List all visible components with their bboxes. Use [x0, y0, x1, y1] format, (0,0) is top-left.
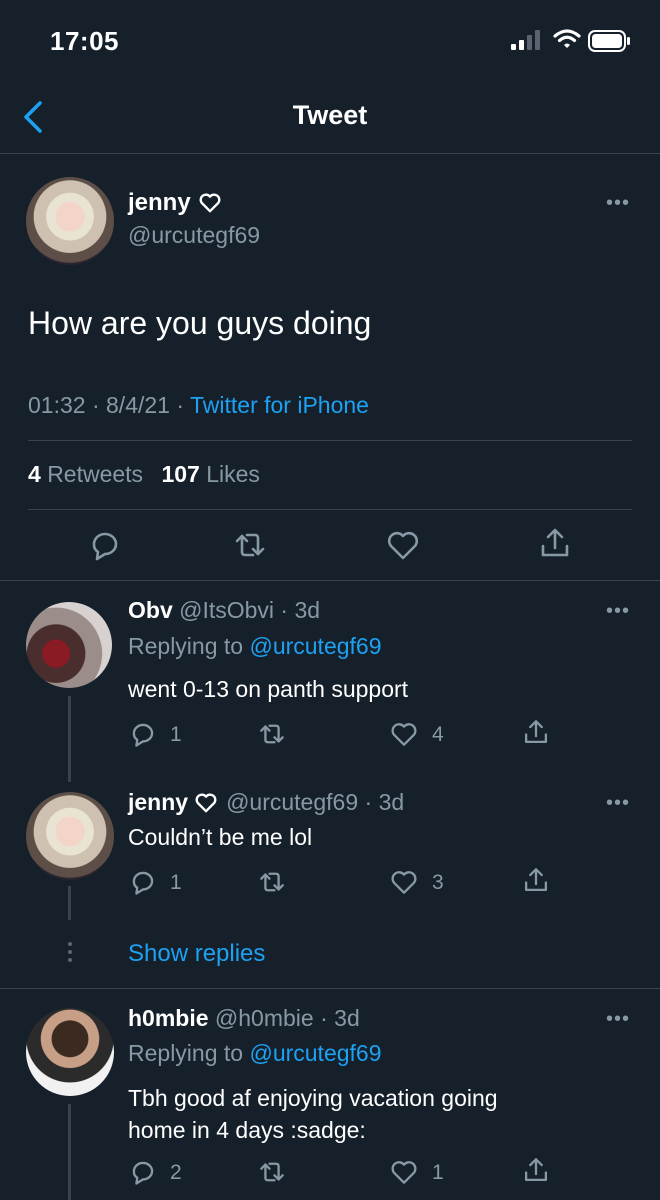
thread-line: [68, 696, 71, 782]
reply-author-handle[interactable]: @ItsObvi: [179, 597, 274, 623]
reply-text-line: Tbh good af enjoying vacation going: [128, 1085, 498, 1111]
like-icon[interactable]: [390, 720, 418, 748]
likes-stat[interactable]: 107 Likes: [161, 461, 259, 487]
thread-dots: [66, 940, 74, 970]
signal-icon: [511, 30, 540, 50]
reply-count: 1: [170, 871, 182, 894]
tweet-date: 8/4/21: [106, 392, 170, 418]
retweets-stat[interactable]: 4 Retweets: [28, 461, 143, 487]
reply-icon[interactable]: [129, 1158, 157, 1186]
share-icon[interactable]: [522, 866, 550, 894]
replying-to-link[interactable]: @urcutegf69: [249, 1040, 381, 1066]
reply-author-handle[interactable]: @urcutegf69: [226, 789, 358, 816]
thread-line: [68, 1104, 71, 1200]
reply-author-name[interactable]: Obv: [128, 597, 173, 623]
more-icon[interactable]: •••: [606, 192, 630, 215]
avatar[interactable]: [26, 1008, 114, 1096]
page-title: Tweet: [292, 100, 368, 130]
author-handle[interactable]: @urcutegf69: [128, 222, 260, 249]
reply-text: Tbh good af enjoying vacation going home…: [128, 1082, 498, 1146]
verified-heart-icon: [195, 793, 217, 812]
tweet-stats: 4 Retweets 107 Likes: [28, 461, 260, 488]
retweets-label: Retweets: [47, 461, 144, 487]
more-icon[interactable]: •••: [606, 1008, 630, 1031]
status-time: 17:05: [50, 26, 119, 56]
replying-prefix: Replying to: [128, 1040, 244, 1066]
likes-label: Likes: [206, 461, 260, 487]
reply-count: 1: [170, 723, 182, 746]
replying-to-link[interactable]: @urcutegf69: [249, 633, 381, 659]
replying-to: Replying to @urcutegf69: [128, 633, 382, 660]
more-icon[interactable]: •••: [606, 792, 630, 815]
reply-author-name[interactable]: jenny: [128, 789, 188, 816]
thread-line: [68, 886, 71, 920]
author-display-name: jenny: [128, 189, 191, 216]
like-icon[interactable]: [390, 1158, 418, 1186]
reply-author-name[interactable]: h0mbie: [128, 1005, 209, 1031]
avatar[interactable]: [26, 177, 114, 265]
retweet-icon[interactable]: [233, 528, 267, 562]
tweet-time: 01:32: [28, 392, 86, 418]
divider: [0, 988, 660, 989]
divider: [28, 440, 632, 441]
reply-icon[interactable]: [88, 528, 122, 562]
reply-icon[interactable]: [129, 868, 157, 896]
retweet-icon[interactable]: [258, 720, 286, 748]
like-count: 3: [432, 871, 444, 894]
more-icon[interactable]: •••: [606, 600, 630, 623]
reply-age: 3d: [334, 1005, 360, 1031]
verified-heart-icon: [199, 193, 221, 213]
reply-author-handle[interactable]: @h0mbie: [215, 1005, 314, 1031]
avatar[interactable]: [26, 792, 114, 880]
reply-age: 3d: [378, 789, 405, 815]
battery-icon: [588, 30, 630, 52]
divider: [0, 153, 660, 154]
wifi-icon: [553, 29, 581, 48]
retweets-count: 4: [28, 461, 41, 487]
reply-header: jenny @urcutegf69 · 3d: [128, 789, 405, 816]
divider: [0, 580, 660, 581]
reply-text-line: home in 4 days :sadge:: [128, 1117, 366, 1143]
like-count: 1: [432, 1161, 444, 1184]
reply-count: 2: [170, 1161, 182, 1184]
avatar[interactable]: [26, 602, 112, 688]
like-count: 4: [432, 723, 444, 746]
retweet-icon[interactable]: [258, 868, 286, 896]
share-icon[interactable]: [522, 718, 550, 746]
reply-header: Obv @ItsObvi · 3d: [128, 597, 321, 623]
reply-text: Couldn’t be me lol: [128, 824, 313, 850]
divider: [28, 509, 632, 510]
show-replies-link[interactable]: Show replies: [128, 940, 265, 968]
retweet-icon[interactable]: [258, 1158, 286, 1186]
replying-prefix: Replying to: [128, 633, 244, 659]
tweet-text: How are you guys doing: [28, 305, 372, 341]
replying-to: Replying to @urcutegf69: [128, 1040, 382, 1067]
share-icon[interactable]: [538, 526, 572, 560]
reply-text: went 0-13 on panth support: [128, 676, 409, 702]
tweet-meta: 01:32 · 8/4/21 · Twitter for iPhone: [28, 392, 369, 418]
reply-header: h0mbie @h0mbie · 3d: [128, 1005, 360, 1031]
like-icon[interactable]: [390, 868, 418, 896]
tweet-source-link[interactable]: Twitter for iPhone: [190, 392, 369, 418]
author-name-row[interactable]: jenny: [128, 189, 221, 217]
likes-count: 107: [161, 461, 200, 487]
share-icon[interactable]: [522, 1156, 550, 1184]
like-icon[interactable]: [386, 528, 420, 562]
reply-icon[interactable]: [129, 720, 157, 748]
reply-age: 3d: [294, 597, 321, 623]
